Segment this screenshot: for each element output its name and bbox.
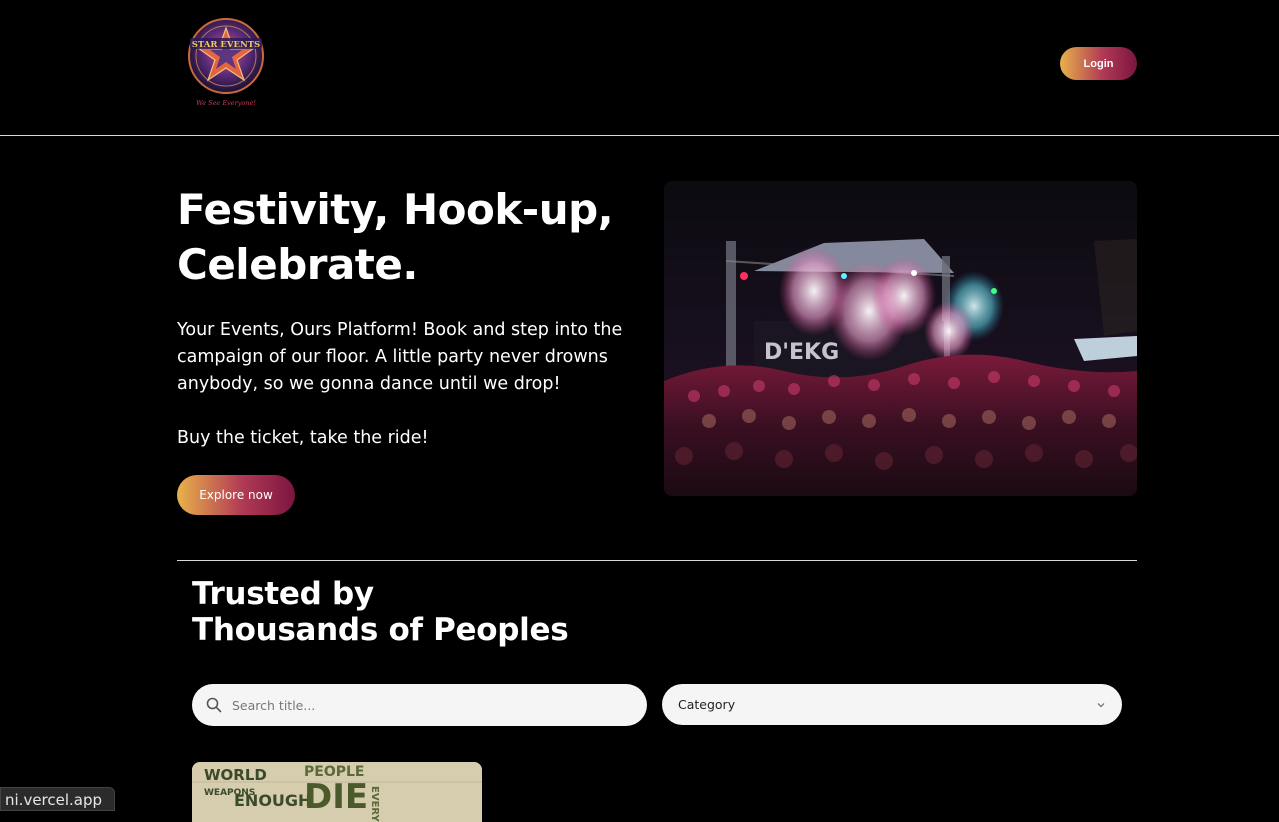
- category-select[interactable]: Category: [662, 684, 1122, 725]
- hero-title: Festivity, Hook-up, Celebrate.: [177, 182, 647, 292]
- svg-text:WORLD: WORLD: [204, 766, 267, 784]
- stage-sign: D'EKG: [764, 340, 839, 365]
- site-header: STAR EVENTS We See Everyone! Login: [0, 0, 1279, 136]
- svg-text:ENOUGH: ENOUGH: [234, 791, 311, 810]
- status-bar-url: ni.vercel.app: [0, 787, 116, 811]
- hero-title-line1: Festivity, Hook-up,: [177, 185, 614, 234]
- search-input[interactable]: [232, 697, 612, 713]
- event-card[interactable]: WORLD WEAPONS ENOUGH PEOPLE DIE EVERY: [192, 762, 482, 822]
- trusted-line1: Trusted by: [192, 576, 374, 612]
- search-icon: [206, 697, 222, 713]
- logo[interactable]: STAR EVENTS We See Everyone!: [184, 16, 268, 110]
- hero-title-line2: Celebrate.: [177, 240, 418, 289]
- trusted-heading: Trusted by Thousands of Peoples: [192, 576, 569, 648]
- hero-concert-image: D'EKG: [664, 181, 1137, 496]
- logo-tagline: We See Everyone!: [196, 99, 256, 107]
- svg-text:DIE: DIE: [304, 777, 368, 817]
- section-divider: [177, 560, 1137, 561]
- explore-button[interactable]: Explore now: [177, 475, 295, 515]
- svg-text:EVERY: EVERY: [369, 786, 380, 822]
- search-box[interactable]: [192, 684, 647, 726]
- trusted-line2: Thousands of Peoples: [192, 612, 569, 648]
- event-poster-image: WORLD WEAPONS ENOUGH PEOPLE DIE EVERY: [192, 762, 482, 822]
- hero-description: Your Events, Ours Platform! Book and ste…: [177, 320, 623, 394]
- logo-text: STAR EVENTS: [192, 40, 260, 50]
- chevron-down-icon: [1097, 702, 1105, 707]
- login-button[interactable]: Login: [1060, 47, 1137, 80]
- category-label: Category: [678, 697, 736, 712]
- star-logo-icon: STAR EVENTS We See Everyone!: [188, 18, 264, 107]
- hero-subtext: Buy the ticket, take the ride!: [177, 428, 429, 448]
